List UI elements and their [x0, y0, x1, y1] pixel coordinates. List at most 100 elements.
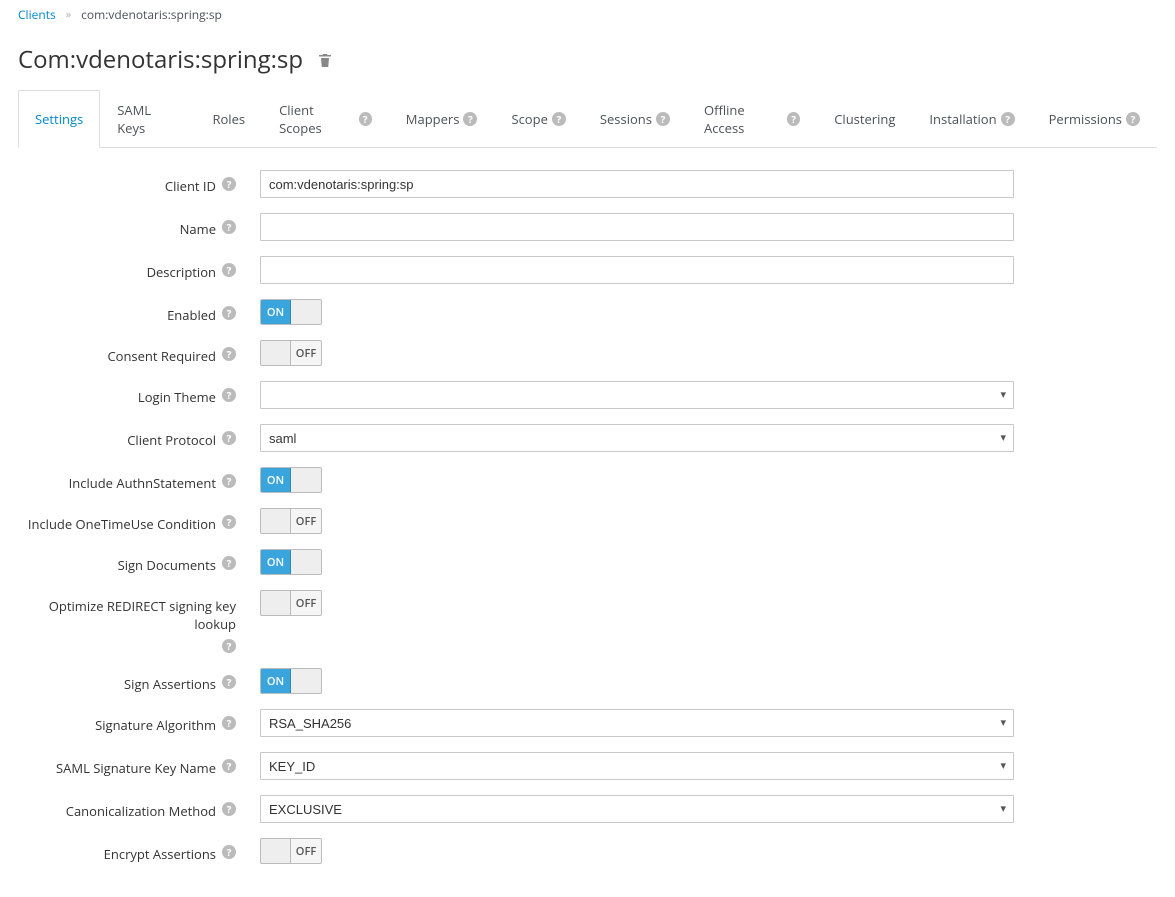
enabled-label: Enabled [167, 306, 216, 324]
help-icon: ? [787, 112, 800, 126]
tab-mappers[interactable]: Mappers? [389, 90, 495, 148]
delete-client-button[interactable] [317, 43, 333, 76]
enabled-toggle[interactable]: ONOFF [260, 299, 322, 325]
sign-assertions-label: Sign Assertions [124, 675, 216, 693]
tab-sessions-label: Sessions [600, 110, 652, 128]
signature-algorithm-label: Signature Algorithm [95, 716, 216, 734]
help-icon: ? [552, 112, 566, 126]
tab-scope-label: Scope [511, 110, 547, 128]
tab-clustering[interactable]: Clustering [817, 90, 912, 148]
encrypt-assertions-label: Encrypt Assertions [104, 845, 216, 863]
tab-mappers-label: Mappers [406, 110, 460, 128]
toggle-on-label: ON [261, 300, 291, 324]
tab-roles[interactable]: Roles [195, 90, 262, 148]
name-label: Name [180, 220, 216, 238]
toggle-on-label: ON [261, 839, 291, 863]
signature-algorithm-select[interactable]: RSA_SHA256 [260, 709, 1014, 737]
tab-client-scopes-label: Client Scopes [279, 101, 355, 137]
help-icon[interactable]: ? [222, 639, 236, 653]
include-authn-label: Include AuthnStatement [69, 474, 216, 492]
tab-sessions[interactable]: Sessions? [583, 90, 687, 148]
include-authn-toggle[interactable]: ONOFF [260, 467, 322, 493]
toggle-off-label: OFF [291, 591, 321, 615]
canonicalization-label: Canonicalization Method [66, 802, 216, 820]
tab-settings-label: Settings [35, 110, 83, 128]
help-icon[interactable]: ? [222, 263, 236, 277]
help-icon: ? [1126, 112, 1140, 126]
client-protocol-label: Client Protocol [127, 431, 216, 449]
page-title-text: Com:vdenotaris:spring:sp [18, 43, 303, 76]
tab-permissions[interactable]: Permissions? [1032, 90, 1157, 148]
trash-icon [317, 52, 333, 68]
name-input[interactable] [260, 213, 1014, 241]
help-icon[interactable]: ? [222, 474, 236, 488]
tab-offline-access[interactable]: Offline Access? [687, 90, 817, 148]
consent-required-toggle[interactable]: ONOFF [260, 340, 322, 366]
include-onetime-label: Include OneTimeUse Condition [28, 515, 216, 533]
help-icon[interactable]: ? [222, 431, 236, 445]
help-icon[interactable]: ? [222, 306, 236, 320]
toggle-off-label: OFF [291, 509, 321, 533]
tab-installation[interactable]: Installation? [912, 90, 1031, 148]
breadcrumb-current: com:vdenotaris:spring:sp [81, 6, 222, 23]
help-icon[interactable]: ? [222, 845, 236, 859]
help-icon[interactable]: ? [222, 388, 236, 402]
page-title: Com:vdenotaris:spring:sp [18, 43, 1157, 76]
help-icon[interactable]: ? [222, 515, 236, 529]
client-id-input[interactable] [260, 170, 1014, 198]
sign-documents-toggle[interactable]: ONOFF [260, 549, 322, 575]
breadcrumb: Clients » com:vdenotaris:spring:sp [18, 0, 1157, 29]
toggle-off-label: OFF [291, 550, 321, 574]
tabs: Settings SAML Keys Roles Client Scopes? … [18, 90, 1157, 148]
login-theme-label: Login Theme [138, 388, 216, 406]
client-id-label: Client ID [165, 177, 216, 195]
tab-saml-keys[interactable]: SAML Keys [100, 90, 195, 148]
toggle-on-label: ON [261, 591, 291, 615]
toggle-off-label: OFF [291, 468, 321, 492]
tab-settings[interactable]: Settings [18, 90, 100, 148]
help-icon[interactable]: ? [222, 759, 236, 773]
tab-offline-access-label: Offline Access [704, 101, 783, 137]
settings-form: Client ID? Name? Description? Enabled? O… [18, 170, 1157, 864]
tab-installation-label: Installation [929, 110, 996, 128]
help-icon: ? [359, 112, 372, 126]
help-icon[interactable]: ? [222, 220, 236, 234]
saml-sig-keyname-select[interactable]: KEY_ID [260, 752, 1014, 780]
toggle-on-label: ON [261, 509, 291, 533]
login-theme-select[interactable] [260, 381, 1014, 409]
help-icon[interactable]: ? [222, 802, 236, 816]
encrypt-assertions-toggle[interactable]: ONOFF [260, 838, 322, 864]
canonicalization-select[interactable]: EXCLUSIVE [260, 795, 1014, 823]
help-icon: ? [1001, 112, 1015, 126]
tab-saml-keys-label: SAML Keys [117, 101, 178, 137]
help-icon[interactable]: ? [222, 347, 236, 361]
client-protocol-select[interactable]: saml [260, 424, 1014, 452]
help-icon[interactable]: ? [222, 716, 236, 730]
sign-assertions-toggle[interactable]: ONOFF [260, 668, 322, 694]
toggle-off-label: OFF [291, 300, 321, 324]
toggle-on-label: ON [261, 669, 291, 693]
help-icon: ? [656, 112, 670, 126]
toggle-off-label: OFF [291, 341, 321, 365]
toggle-off-label: OFF [291, 839, 321, 863]
consent-required-label: Consent Required [107, 347, 216, 365]
saml-sig-keyname-label: SAML Signature Key Name [56, 759, 216, 777]
description-label: Description [147, 263, 216, 281]
optimize-redirect-toggle[interactable]: ONOFF [260, 590, 322, 616]
help-icon[interactable]: ? [222, 177, 236, 191]
breadcrumb-root-link[interactable]: Clients [18, 6, 56, 23]
include-onetime-toggle[interactable]: ONOFF [260, 508, 322, 534]
breadcrumb-separator-icon: » [66, 7, 71, 22]
optimize-redirect-label: Optimize REDIRECT signing key lookup [18, 597, 236, 633]
help-icon: ? [463, 112, 477, 126]
toggle-on-label: ON [261, 550, 291, 574]
tab-client-scopes[interactable]: Client Scopes? [262, 90, 389, 148]
help-icon[interactable]: ? [222, 675, 236, 689]
tab-roles-label: Roles [212, 110, 245, 128]
tab-clustering-label: Clustering [834, 110, 895, 128]
help-icon[interactable]: ? [222, 556, 236, 570]
toggle-on-label: ON [261, 468, 291, 492]
description-input[interactable] [260, 256, 1014, 284]
tab-scope[interactable]: Scope? [494, 90, 582, 148]
toggle-on-label: ON [261, 341, 291, 365]
